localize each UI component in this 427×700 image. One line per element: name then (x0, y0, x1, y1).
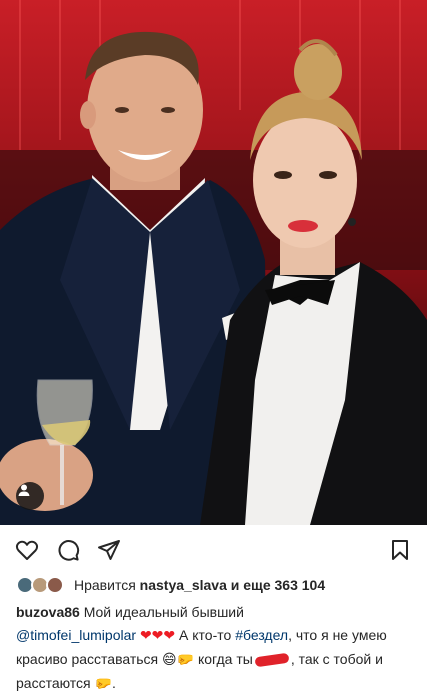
tagged-users-button[interactable] (16, 482, 44, 510)
likes-summary[interactable]: Нравится nastya_slava и еще 363 104 (16, 574, 325, 596)
bookmark-icon (392, 540, 408, 560)
user-tag-icon (18, 484, 30, 496)
caption-text: Мой идеальный бывший (83, 604, 244, 620)
likes-count[interactable]: еще 363 104 (243, 577, 325, 593)
laughing-fist-emoji: 😄🤛 (162, 652, 195, 668)
caption-hashtag[interactable]: #бездел (235, 627, 288, 643)
hearts-emoji: ❤❤❤ (139, 628, 176, 644)
liker-username[interactable]: nastya_slava (140, 577, 227, 593)
post-photo[interactable] (0, 0, 427, 525)
caption-username[interactable]: buzova86 (16, 604, 80, 620)
post-action-bar (0, 525, 427, 575)
heart-icon (15, 540, 39, 560)
photo-illustration (0, 0, 427, 525)
likes-prefix: Нравится (74, 577, 136, 593)
comment-button[interactable] (55, 537, 81, 563)
avatar (46, 576, 64, 594)
paper-plane-icon (98, 540, 120, 560)
liker-avatars (16, 574, 68, 596)
share-button[interactable] (96, 537, 122, 563)
caption-text: когда ты (197, 651, 253, 667)
censor-scribble (254, 652, 290, 668)
caption-text: А кто-то (179, 627, 232, 643)
caption-mention[interactable]: @timofei_lumipolar (16, 627, 136, 643)
comment-icon (58, 540, 80, 561)
likes-conjunction: и (230, 577, 240, 593)
fist-emoji: 🤛 (94, 676, 112, 692)
save-button[interactable] (387, 537, 413, 563)
like-button[interactable] (14, 537, 40, 563)
post-caption: buzova86 Мой идеальный бывший @timofei_l… (16, 604, 387, 692)
